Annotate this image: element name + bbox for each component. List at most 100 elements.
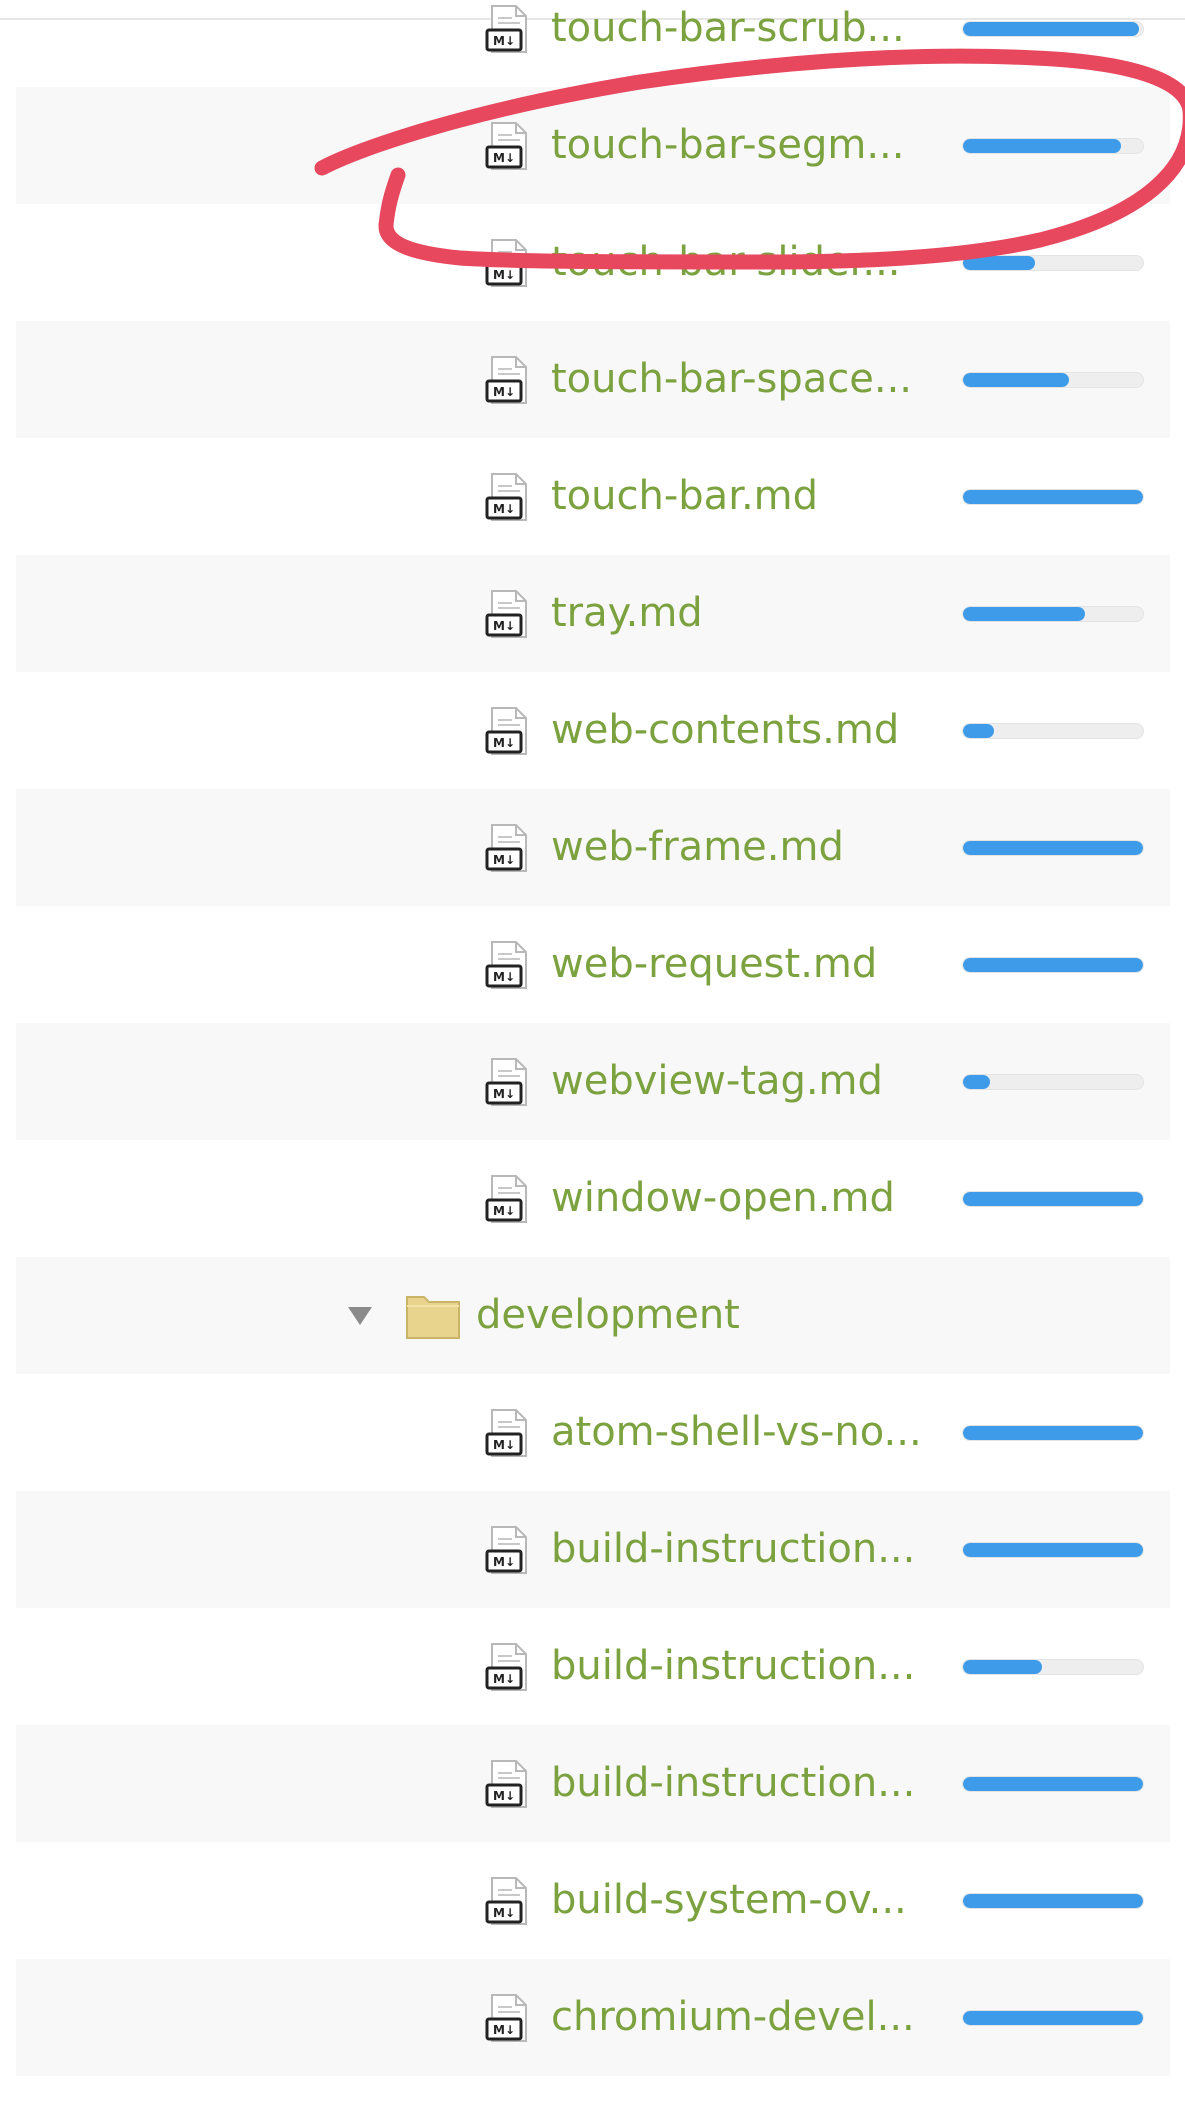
progress-fill <box>963 724 994 738</box>
svg-text:M↓: M↓ <box>493 151 515 165</box>
file-row[interactable]: M↓ build-instruction... <box>0 1608 1185 1725</box>
progress-bar <box>962 1776 1144 1792</box>
markdown-file-icon: M↓ <box>485 1526 527 1574</box>
progress-fill <box>963 490 1143 504</box>
markdown-file-icon: M↓ <box>485 1643 527 1691</box>
svg-text:M↓: M↓ <box>493 1555 515 1569</box>
file-row[interactable]: M↓ tray.md <box>0 555 1185 672</box>
file-name: build-instruction... <box>551 1526 916 1572</box>
file-name: touch-bar-segm... <box>551 122 905 168</box>
svg-text:M↓: M↓ <box>493 1672 515 1686</box>
file-name: atom-shell-vs-no... <box>551 1409 922 1455</box>
file-tree: M↓ touch-bar-scrub... M↓ touch-bar-segm.… <box>0 0 1185 2076</box>
file-name: touch-bar-scrub... <box>551 5 905 51</box>
progress-bar <box>962 1425 1144 1441</box>
file-row[interactable]: M↓ web-request.md <box>0 906 1185 1023</box>
file-row[interactable]: M↓ touch-bar-scrub... <box>0 0 1185 87</box>
file-row[interactable]: M↓ touch-bar-segm... <box>0 87 1185 204</box>
file-name: window-open.md <box>551 1175 895 1221</box>
expanded-triangle-icon[interactable] <box>346 1301 374 1329</box>
svg-text:M↓: M↓ <box>493 2023 515 2037</box>
file-name: build-instruction... <box>551 1760 916 1806</box>
file-row[interactable]: M↓ atom-shell-vs-no... <box>0 1374 1185 1491</box>
progress-fill <box>963 1660 1043 1674</box>
markdown-file-icon: M↓ <box>485 707 527 755</box>
file-row[interactable]: M↓ webview-tag.md <box>0 1023 1185 1140</box>
progress-fill <box>963 1075 990 1089</box>
progress-bar <box>962 255 1144 271</box>
markdown-file-icon: M↓ <box>485 941 527 989</box>
markdown-file-icon: M↓ <box>485 1409 527 1457</box>
progress-bar <box>962 840 1144 856</box>
svg-text:M↓: M↓ <box>493 853 515 867</box>
file-name: web-request.md <box>551 941 878 987</box>
svg-text:M↓: M↓ <box>493 385 515 399</box>
svg-text:M↓: M↓ <box>493 268 515 282</box>
progress-bar <box>962 723 1144 739</box>
progress-fill <box>963 841 1143 855</box>
file-row[interactable]: M↓ touch-bar-slider... <box>0 204 1185 321</box>
svg-text:M↓: M↓ <box>493 1906 515 1920</box>
file-name: build-system-ov... <box>551 1877 907 1923</box>
progress-bar <box>962 2010 1144 2026</box>
folder-row[interactable]: development <box>0 1257 1185 1374</box>
progress-fill <box>963 1192 1143 1206</box>
svg-text:M↓: M↓ <box>493 1204 515 1218</box>
file-row[interactable]: M↓ build-instruction... <box>0 1725 1185 1842</box>
file-row[interactable]: M↓ web-contents.md <box>0 672 1185 789</box>
file-row[interactable]: M↓ web-frame.md <box>0 789 1185 906</box>
progress-bar <box>962 957 1144 973</box>
markdown-file-icon: M↓ <box>485 1058 527 1106</box>
markdown-file-icon: M↓ <box>485 122 527 170</box>
progress-fill <box>963 1426 1143 1440</box>
progress-bar <box>962 1893 1144 1909</box>
folder-icon <box>406 1296 460 1339</box>
file-name: tray.md <box>551 590 703 636</box>
progress-bar <box>962 489 1144 505</box>
markdown-file-icon: M↓ <box>485 1760 527 1808</box>
progress-fill <box>963 373 1070 387</box>
file-name: touch-bar-slider... <box>551 239 901 285</box>
svg-text:M↓: M↓ <box>493 736 515 750</box>
svg-text:M↓: M↓ <box>493 34 515 48</box>
progress-bar <box>962 606 1144 622</box>
progress-bar <box>962 21 1144 37</box>
file-row[interactable]: M↓ build-instruction... <box>0 1491 1185 1608</box>
file-name: web-frame.md <box>551 824 844 870</box>
markdown-file-icon: M↓ <box>485 590 527 638</box>
file-row[interactable]: M↓ window-open.md <box>0 1140 1185 1257</box>
progress-fill <box>963 2011 1143 2025</box>
svg-text:M↓: M↓ <box>493 1087 515 1101</box>
markdown-file-icon: M↓ <box>485 356 527 404</box>
markdown-file-icon: M↓ <box>485 5 527 53</box>
file-name: web-contents.md <box>551 707 900 753</box>
markdown-file-icon: M↓ <box>485 1994 527 2042</box>
file-name: touch-bar.md <box>551 473 819 519</box>
markdown-file-icon: M↓ <box>485 1175 527 1223</box>
progress-fill <box>963 22 1140 36</box>
file-row[interactable]: M↓ chromium-devel... <box>0 1959 1185 2076</box>
file-row[interactable]: M↓ touch-bar-space... <box>0 321 1185 438</box>
progress-fill <box>963 1777 1143 1791</box>
progress-bar <box>962 1191 1144 1207</box>
progress-bar <box>962 1659 1144 1675</box>
file-row[interactable]: M↓ build-system-ov... <box>0 1842 1185 1959</box>
progress-bar <box>962 1542 1144 1558</box>
markdown-file-icon: M↓ <box>485 824 527 872</box>
file-row[interactable]: M↓ touch-bar.md <box>0 438 1185 555</box>
progress-fill <box>963 1543 1143 1557</box>
svg-text:M↓: M↓ <box>493 502 515 516</box>
progress-fill <box>963 139 1122 153</box>
file-name: chromium-devel... <box>551 1994 915 2040</box>
progress-bar <box>962 138 1144 154</box>
progress-fill <box>963 958 1143 972</box>
progress-fill <box>963 607 1086 621</box>
svg-text:M↓: M↓ <box>493 1789 515 1803</box>
progress-bar <box>962 372 1144 388</box>
svg-text:M↓: M↓ <box>493 619 515 633</box>
file-name: build-instruction... <box>551 1643 916 1689</box>
svg-text:M↓: M↓ <box>493 1438 515 1452</box>
markdown-file-icon: M↓ <box>485 1877 527 1925</box>
progress-bar <box>962 1074 1144 1090</box>
svg-text:M↓: M↓ <box>493 970 515 984</box>
